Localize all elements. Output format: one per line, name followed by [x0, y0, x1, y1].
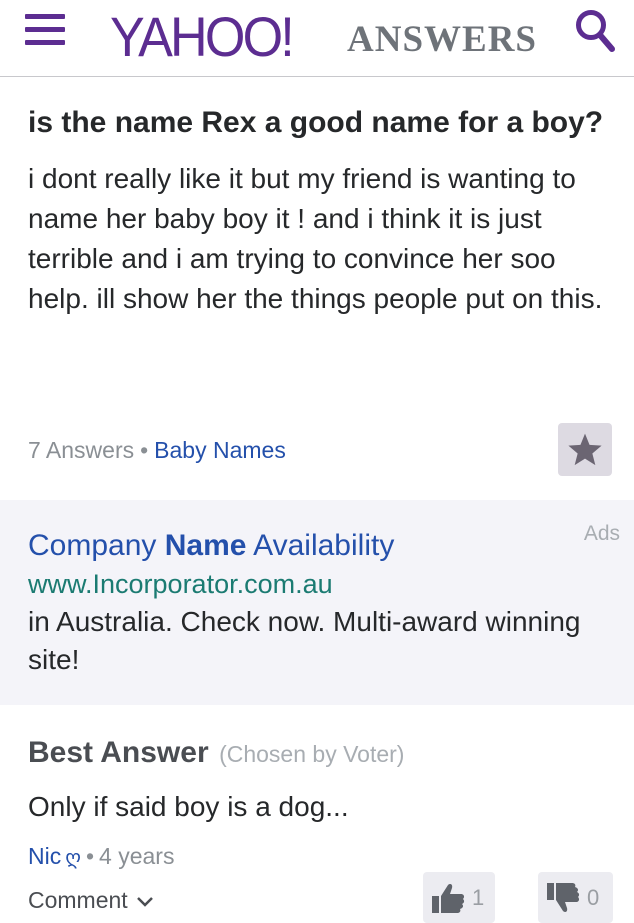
author-heart-glyph: ღ — [65, 847, 81, 869]
thumbs-up-button[interactable]: 1 — [423, 872, 495, 923]
menu-bar — [25, 40, 65, 45]
thumbs-up-count: 1 — [472, 884, 485, 910]
answer-age: 4 years — [99, 843, 175, 869]
hamburger-menu-icon[interactable] — [25, 14, 67, 46]
logo-answers-text: ANSWERS — [347, 19, 537, 60]
ads-label: Ads — [583, 522, 620, 545]
best-answer-text: Only if said boy is a dog... — [28, 791, 349, 822]
question-title: is the name Rex a good name for a boy? — [28, 106, 604, 139]
thumbs-down-button[interactable]: 0 — [538, 872, 613, 923]
ad-url[interactable]: www.Incorporator.com.au — [28, 566, 333, 602]
best-answer-header: Best Answer (Chosen by Voter) — [28, 736, 618, 770]
author-separator: • — [85, 843, 95, 869]
ad-description: in Australia. Check now. Multi-award win… — [28, 606, 581, 675]
question-section: is the name Rex a good name for a boy? i… — [28, 102, 608, 319]
sponsored-ad[interactable]: Ads Company Name Availability www.Incorp… — [0, 500, 634, 705]
chevron-down-icon — [136, 896, 153, 907]
chosen-by-label: (Chosen by Voter) — [219, 741, 405, 767]
menu-bar — [25, 27, 65, 32]
answers-count[interactable]: 7 Answers — [28, 437, 134, 463]
question-body: i dont really like it but my friend is w… — [28, 163, 603, 314]
thumbs-up-icon — [432, 883, 465, 913]
app-header: YAHOO! ANSWERS — [0, 0, 634, 77]
comment-label: Comment — [28, 887, 128, 913]
ad-title-before: Company — [28, 529, 165, 562]
ad-title-bold: Name — [164, 529, 247, 562]
comment-toggle[interactable]: Comment — [28, 884, 154, 916]
ad-title-after: Availability — [246, 529, 395, 562]
category-link[interactable]: Baby Names — [154, 437, 286, 463]
thumbs-down-icon — [547, 882, 580, 912]
ad-title-link[interactable]: Company Name Availability — [28, 527, 394, 565]
meta-separator: • — [140, 437, 149, 463]
star-icon[interactable] — [558, 423, 612, 476]
thumbs-down-count: 0 — [587, 884, 600, 910]
logo-yahoo-text: YAHOO! — [110, 5, 295, 68]
menu-bar — [25, 14, 65, 19]
yahoo-answers-logo[interactable]: YAHOO! ANSWERS — [110, 2, 536, 72]
answer-author-row: Nic ღ • 4 years — [28, 840, 174, 874]
search-icon[interactable] — [574, 8, 618, 54]
question-meta: 7 Answers • Baby Names — [28, 434, 286, 466]
best-answer-heading: Best Answer — [28, 736, 209, 769]
answer-author-link[interactable]: Nic — [28, 843, 61, 869]
